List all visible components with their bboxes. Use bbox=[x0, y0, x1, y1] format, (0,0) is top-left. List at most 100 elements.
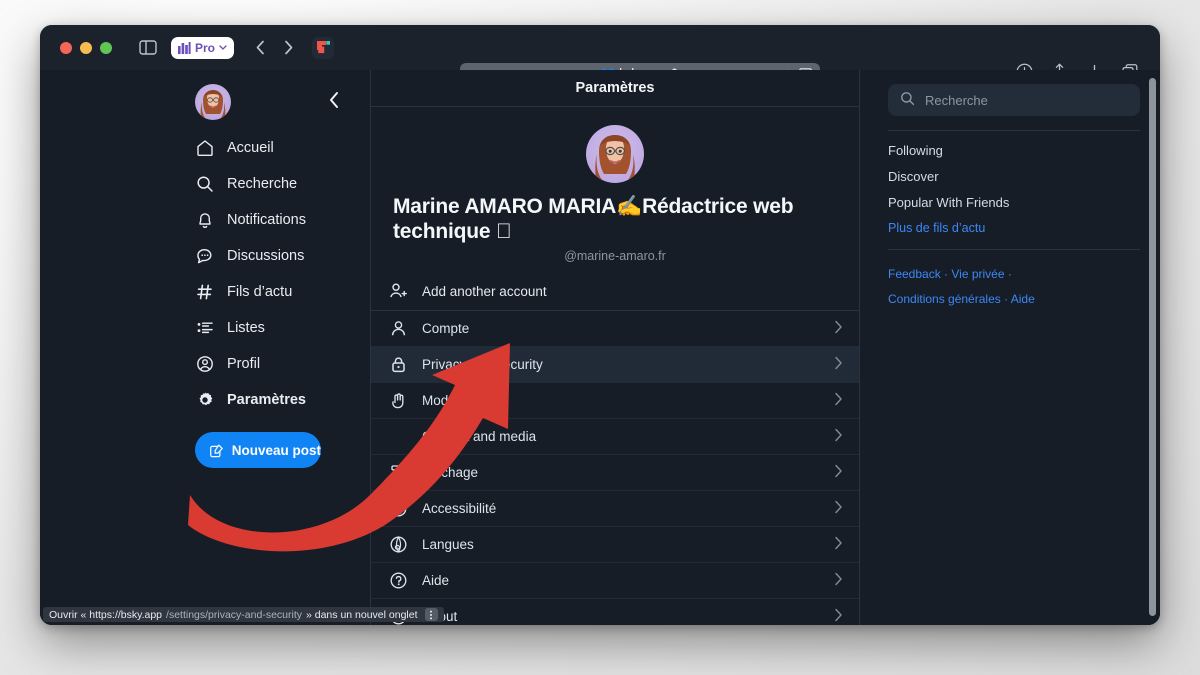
minimize-window-button[interactable] bbox=[80, 41, 92, 54]
settings-row-accessibilite[interactable]: Accessibilité bbox=[371, 491, 859, 527]
sidebar-item-fils-dactu[interactable]: Fils d’actu bbox=[195, 274, 370, 310]
settings-row-privacy-and-security[interactable]: Privacy and security bbox=[371, 346, 859, 383]
sidebar-item-recherche[interactable]: Recherche bbox=[195, 166, 370, 202]
add-another-account-label: Add another account bbox=[422, 283, 547, 299]
accessibility-icon bbox=[389, 499, 407, 517]
sidebar-item-label: Listes bbox=[227, 320, 265, 336]
profile-circle-icon bbox=[195, 355, 214, 374]
bell-icon bbox=[195, 211, 214, 230]
footer-link-vie-privee[interactable]: Vie privée bbox=[951, 267, 1004, 281]
search-placeholder: Recherche bbox=[925, 92, 988, 108]
sidebar-item-discussions[interactable]: Discussions bbox=[195, 238, 370, 274]
nav-header bbox=[195, 70, 370, 120]
sidebar-item-accueil[interactable]: Accueil bbox=[195, 130, 370, 166]
page-title: Paramètres bbox=[371, 70, 859, 107]
new-post-label: Nouveau post bbox=[231, 442, 321, 458]
settings-row-label: Langues bbox=[422, 536, 474, 552]
feed-item-discover[interactable]: Discover bbox=[888, 169, 1140, 184]
chevron-right-icon bbox=[834, 536, 843, 553]
divider bbox=[888, 130, 1140, 131]
sidebar-item-profil[interactable]: Profil bbox=[195, 346, 370, 382]
sidebar-item-listes[interactable]: Listes bbox=[195, 310, 370, 346]
user-avatar[interactable] bbox=[195, 84, 231, 120]
settings-row-about[interactable]: About bbox=[371, 599, 859, 625]
hash-icon bbox=[195, 283, 214, 302]
settings-row-label: Compte bbox=[422, 320, 470, 336]
page-scrollbar[interactable] bbox=[1149, 78, 1156, 616]
more-vertical-icon bbox=[424, 608, 438, 621]
profile-display-name: Marine AMARO MARIA✍️Rédactrice web techn… bbox=[393, 195, 794, 243]
extension-logo-icon[interactable] bbox=[312, 36, 335, 59]
footer-link-aide[interactable]: Aide bbox=[1011, 292, 1035, 306]
settings-row-affichage[interactable]: Affichage bbox=[371, 455, 859, 491]
search-icon bbox=[900, 91, 915, 109]
chevron-right-icon bbox=[834, 608, 843, 625]
settings-row-label: Modération bbox=[422, 392, 490, 408]
feed-item-following[interactable]: Following bbox=[888, 143, 1140, 158]
footer-links: Feedback · Vie privée · Conditions génér… bbox=[888, 262, 1140, 312]
right-sidebar: Recherche Following Discover Popular Wit… bbox=[860, 70, 1160, 625]
settings-row-content-and-media[interactable]: Content and media bbox=[371, 419, 859, 455]
compose-icon bbox=[210, 444, 223, 457]
chevron-right-icon bbox=[834, 428, 843, 445]
profile-avatar[interactable] bbox=[586, 125, 644, 183]
sidebar-item-label: Notifications bbox=[227, 212, 306, 228]
status-path: /settings/privacy-and-security bbox=[166, 608, 302, 621]
sidebar-item-label: Profil bbox=[227, 356, 261, 372]
chevron-right-icon bbox=[834, 572, 843, 589]
close-window-button[interactable] bbox=[60, 41, 72, 54]
settings-column: Paramètres Marine AMARO MARIA✍️Rédactric… bbox=[370, 70, 860, 625]
browser-titlebar: Pro bsky.app bbox=[40, 25, 1160, 84]
feed-item-popular-with-friends[interactable]: Popular With Friends bbox=[888, 195, 1140, 210]
settings-row-moderation[interactable]: Modération bbox=[371, 383, 859, 419]
paint-roller-icon bbox=[389, 463, 407, 481]
question-circle-icon bbox=[389, 571, 407, 589]
sidebar-item-label: Recherche bbox=[227, 176, 298, 192]
profile-handle: @marine-amaro.fr bbox=[564, 248, 666, 263]
search-input[interactable]: Recherche bbox=[888, 84, 1140, 116]
more-feeds-link[interactable]: Plus de fils d’actu bbox=[888, 221, 1140, 235]
settings-row-compte[interactable]: Compte bbox=[371, 311, 859, 347]
link-status-bar: Ouvrir « https://bsky.app/settings/priva… bbox=[43, 607, 444, 622]
list-icon bbox=[195, 319, 214, 338]
gear-icon bbox=[195, 391, 214, 410]
add-another-account-row[interactable]: Add another account bbox=[371, 273, 859, 311]
footer-link-feedback[interactable]: Feedback bbox=[888, 267, 941, 281]
separator-dot: · bbox=[940, 267, 952, 281]
status-suffix: » dans un nouvel onglet bbox=[306, 608, 418, 621]
chat-icon bbox=[195, 247, 214, 266]
nav-items-list: Accueil Recherche Notifications Discussi… bbox=[195, 130, 370, 418]
lock-icon bbox=[389, 355, 407, 373]
sidebar-toggle-icon[interactable] bbox=[137, 37, 159, 59]
profile-header: Marine AMARO MARIA✍️Rédactrice web techn… bbox=[371, 107, 859, 273]
home-icon bbox=[195, 139, 214, 158]
settings-row-aide[interactable]: Aide bbox=[371, 563, 859, 599]
footer-link-conditions-generales[interactable]: Conditions générales bbox=[888, 292, 1001, 306]
person-icon bbox=[389, 319, 407, 337]
maximize-window-button[interactable] bbox=[100, 41, 112, 54]
profile-badge-label: Pro bbox=[195, 40, 216, 55]
collapse-sidebar-button[interactable] bbox=[328, 91, 340, 114]
divider bbox=[888, 249, 1140, 250]
add-person-icon bbox=[389, 282, 407, 300]
settings-row-langues[interactable]: Langues bbox=[371, 527, 859, 563]
sidebar-item-label: Fils d’actu bbox=[227, 284, 293, 300]
sidebar-item-label: Paramètres bbox=[227, 392, 306, 408]
sidebar-item-notifications[interactable]: Notifications bbox=[195, 202, 370, 238]
new-post-button[interactable]: Nouveau post bbox=[195, 432, 321, 468]
settings-row-label: Affichage bbox=[422, 464, 479, 480]
hand-icon bbox=[389, 391, 407, 409]
settings-row-label: Accessibilité bbox=[422, 500, 497, 516]
chevron-down-icon bbox=[219, 45, 227, 50]
chevron-right-icon bbox=[834, 392, 843, 409]
forward-button[interactable] bbox=[278, 38, 298, 58]
chevron-right-icon bbox=[834, 356, 843, 373]
search-icon bbox=[195, 175, 214, 194]
sidebar-item-label: Discussions bbox=[227, 248, 305, 264]
chevron-right-icon bbox=[834, 500, 843, 517]
settings-row-label: Aide bbox=[422, 572, 450, 588]
back-button[interactable] bbox=[250, 38, 270, 58]
globe-icon bbox=[389, 535, 407, 553]
profile-switcher-button[interactable]: Pro bbox=[171, 36, 235, 59]
sidebar-item-parametres[interactable]: Paramètres bbox=[195, 382, 370, 418]
